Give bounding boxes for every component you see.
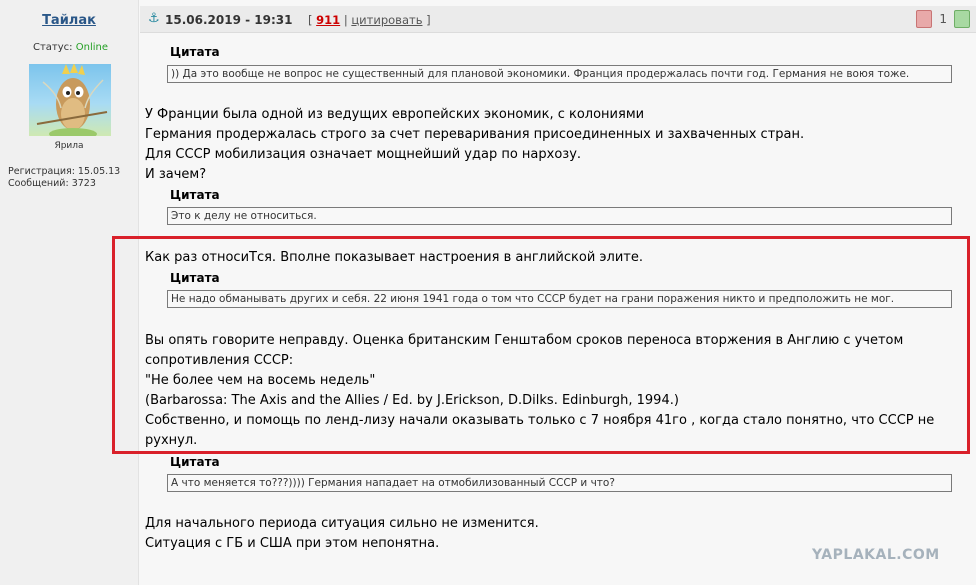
message-count: Сообщений: 3723: [8, 178, 96, 189]
text-line: (Barbarossa: The Axis and the Allies / E…: [145, 393, 679, 408]
avatar[interactable]: [29, 64, 111, 136]
thumb-down-icon[interactable]: [916, 10, 933, 28]
post-header: ⚓ 15.06.2019 - 19:31 [ 911 | цитировать …: [140, 6, 976, 33]
quote-label: Цитата: [170, 455, 220, 469]
status-label: Статус:: [33, 42, 73, 53]
quote-box: А что меняется то???)))) Германия напада…: [167, 474, 952, 492]
text-line: сопротивления СССР:: [145, 353, 294, 368]
watermark: YAPLAKAL.COM: [812, 547, 940, 563]
text-line: Как раз относиТся. Вполне показывает нас…: [145, 250, 643, 265]
post-number-link[interactable]: 911: [316, 13, 340, 27]
text-line: Ситуация с ГБ и США при этом непонятна.: [145, 536, 440, 551]
text-line: Германия продержалась строго за счет пер…: [145, 127, 805, 142]
avatar-caption: Ярила: [54, 141, 84, 151]
text-line: Для начального периода ситуация сильно н…: [145, 516, 539, 531]
text-block: Как раз относиТся. Вполне показывает нас…: [145, 248, 643, 268]
rating-count: 1: [939, 12, 947, 26]
text-block: Вы опять говорите неправду. Оценка брита…: [145, 331, 934, 451]
text-line: Для СССР мобилизация означает мощнейший …: [145, 147, 582, 162]
text-line: Вы опять говорите неправду. Оценка брита…: [145, 333, 904, 348]
text-block: Для начального периода ситуация сильно н…: [145, 514, 539, 554]
quote-label: Цитата: [170, 271, 220, 285]
username-link[interactable]: Тайлак: [0, 13, 138, 28]
quote-box: )) Да это вообще не вопрос не существенн…: [167, 65, 952, 83]
quote-box: Это к делу не относиться.: [167, 207, 952, 225]
text-block: У Франции была одной из ведущих европейс…: [145, 105, 804, 185]
cite-link[interactable]: цитировать: [351, 13, 422, 27]
post-datetime: 15.06.2019 - 19:31: [165, 13, 293, 27]
text-line: "Не более чем на восемь недель": [145, 373, 376, 388]
registration-date: Регистрация: 15.05.13: [8, 166, 121, 177]
thumb-up-icon[interactable]: [954, 10, 970, 28]
post-links: [ 911 | цитировать ]: [308, 13, 431, 27]
user-status: Статус: Online: [33, 42, 108, 53]
quote-label: Цитата: [170, 188, 220, 202]
text-line: Собственно, и помощь по ленд-лизу начали…: [145, 413, 935, 428]
text-line: рухнул.: [145, 433, 198, 448]
text-line: У Франции была одной из ведущих европейс…: [145, 107, 645, 122]
quote-box: Не надо обманывать других и себя. 22 июн…: [167, 290, 952, 308]
post-rating: 1: [916, 10, 970, 28]
user-info: Регистрация: 15.05.13 Сообщений: 3723: [8, 166, 120, 190]
text-line: И зачем?: [145, 167, 207, 182]
avatar-image: [36, 64, 108, 136]
quote-label: Цитата: [170, 45, 220, 59]
status-value: Online: [75, 42, 108, 53]
anchor-icon[interactable]: ⚓: [148, 11, 160, 26]
